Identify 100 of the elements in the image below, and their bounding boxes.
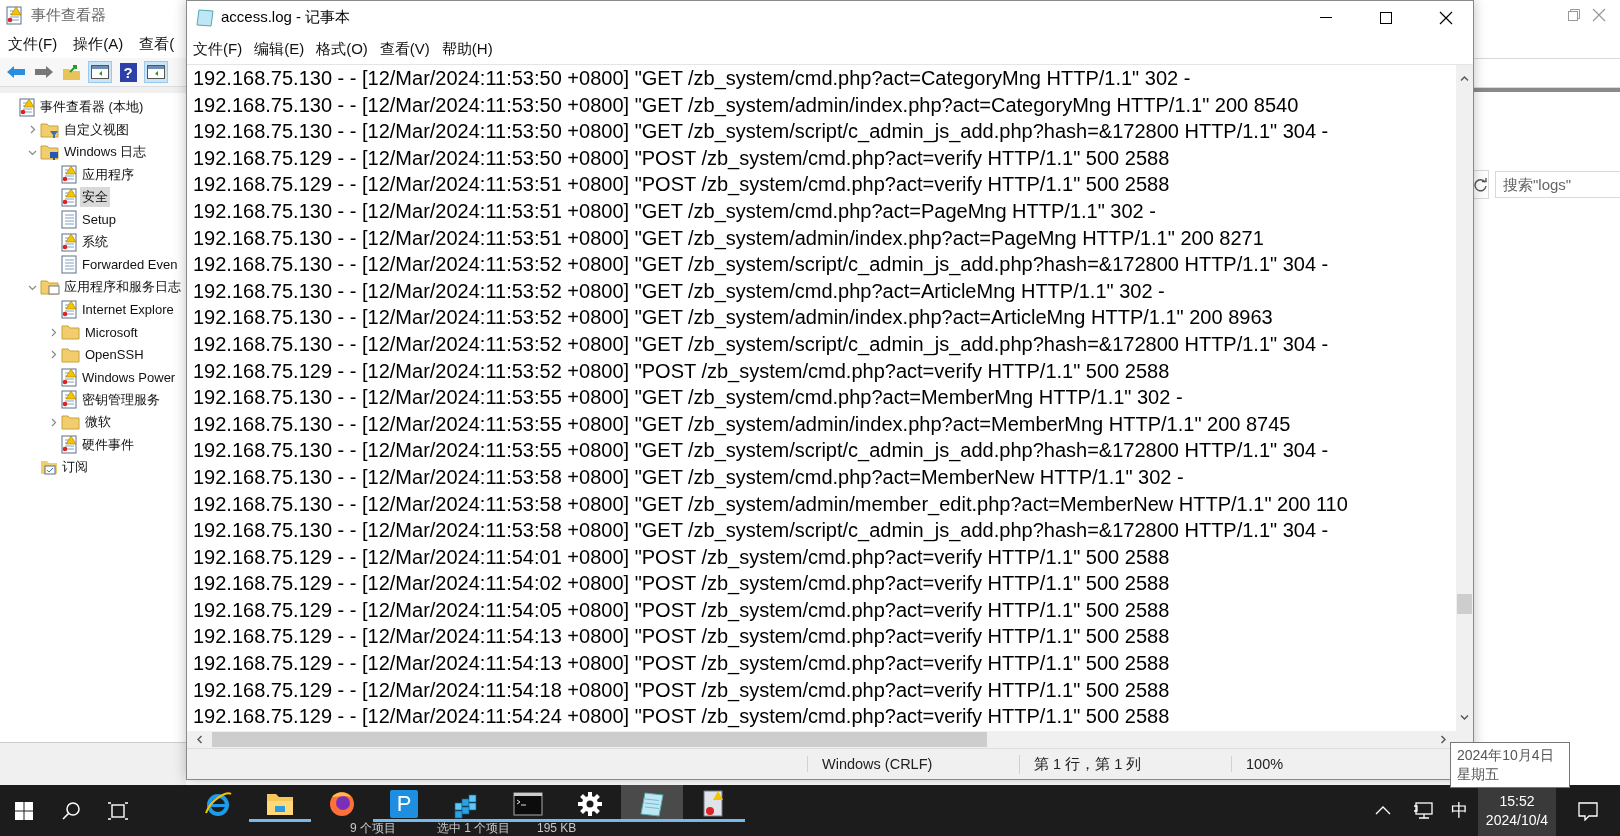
folder-up-icon	[62, 63, 82, 81]
input-method-indicator[interactable]: 中	[1441, 799, 1478, 822]
search-icon	[60, 800, 81, 821]
close-icon[interactable]	[1439, 10, 1453, 25]
log-line: 192.168.75.129 - - [12/Mar/2024:11:54:24 +0800] "POST /zb_system/cmd.php?act=verify HTTP/1.1" 500 2588	[193, 704, 1171, 730]
log-line: 192.168.75.130 - - [12/Mar/2024:11:53:51 +0800] "GET /zb_system/cmd.php?act=PageMng HTTP/1.1" 302 -	[193, 198, 1157, 225]
panel-icon	[147, 65, 165, 79]
menu-item[interactable]: 文件(F)	[187, 39, 249, 59]
chevron-right-icon[interactable]	[49, 350, 58, 360]
tree-item[interactable]: Internet Explore	[80, 301, 176, 319]
restore-icon[interactable]	[1568, 9, 1580, 21]
tree-item[interactable]: 订阅	[60, 457, 90, 478]
notification-icon	[1578, 800, 1598, 821]
folder-icon	[61, 345, 81, 364]
status-text: 9 个项目	[350, 822, 396, 835]
menu-item[interactable]: 编辑(E)	[248, 39, 311, 59]
panel-icon	[91, 65, 109, 79]
event-log-icon	[61, 300, 78, 320]
tree-item[interactable]: 应用程序	[80, 164, 136, 185]
log-line: 192.168.75.129 - - [12/Mar/2024:11:54:01 +0800] "POST /zb_system/cmd.php?act=verify HTTP/1.1" 500 2588	[193, 544, 1171, 571]
menu-item[interactable]: 文件(F)	[0, 34, 66, 54]
log-line: 192.168.75.130 - - [12/Mar/2024:11:53:52 +0800] "GET /zb_system/cmd.php?act=ArticleMng HTTP/1.1" 302 -	[193, 278, 1166, 305]
settings-icon	[577, 790, 603, 817]
chevron-up-icon	[1375, 806, 1391, 815]
tree-item[interactable]: 安全	[80, 187, 110, 208]
chevron-right-icon[interactable]	[28, 125, 37, 135]
monitor-folder-icon	[40, 143, 60, 162]
toolbar-button[interactable]	[88, 61, 112, 83]
menu-item[interactable]: 查看(	[131, 34, 183, 54]
maximize-icon	[1380, 11, 1392, 24]
task-view-icon	[106, 801, 129, 820]
clock-date: 2024/10/4	[1485, 812, 1549, 828]
chevron-right-icon[interactable]	[49, 327, 58, 337]
folder-icon	[40, 278, 60, 297]
tree-item[interactable]: 自定义视图	[62, 119, 131, 140]
event-log-icon	[61, 165, 78, 185]
terminal-icon	[513, 791, 543, 816]
log-line: 192.168.75.130 - - [12/Mar/2024:11:53:55 +0800] "GET /zb_system/cmd.php?act=MemberMng HTTP/1.1" 302 -	[193, 385, 1184, 411]
app-tile-icon: P	[390, 789, 418, 818]
window-title: 事件查看器	[31, 5, 106, 25]
clock[interactable]: 15:52 2024/10/4	[1478, 785, 1556, 836]
chevron-right-icon[interactable]	[49, 417, 58, 427]
menu-item[interactable]: 帮助(H)	[435, 39, 499, 59]
menu-item[interactable]: 查看(V)	[373, 39, 436, 59]
search-field[interactable]: 搜索"logs"	[1495, 171, 1620, 198]
tree-item[interactable]: Setup	[80, 211, 118, 229]
window-title: access.log - 记事本	[221, 8, 352, 27]
event-log-icon	[19, 97, 36, 117]
windows-logo-icon	[14, 801, 33, 820]
horizontal-scrollbar[interactable]	[187, 731, 1473, 748]
log-line: 192.168.75.129 - - [12/Mar/2024:11:54:05 +0800] "POST /zb_system/cmd.php?act=verify HTTP/1.1" 500 2588	[193, 597, 1171, 624]
tree-item[interactable]: Windows 日志	[62, 142, 149, 163]
tooltip-text: 星期五	[1457, 765, 1500, 784]
tree-item[interactable]: Microsoft	[83, 323, 140, 341]
network-icon	[1413, 801, 1433, 820]
tooltip-text: 2024年10月4日	[1457, 746, 1555, 765]
log-line: 192.168.75.130 - - [12/Mar/2024:11:53:52 +0800] "GET /zb_system/script/c_admin_js_add.php?hash=&172800 HTTP/1.1" 304 -	[193, 252, 1330, 278]
log-line: 192.168.75.130 - - [12/Mar/2024:11:53:58 +0800] "GET /zb_system/script/c_admin_js_add.php?hash=&172800 HTTP/1.1" 304 -	[193, 518, 1330, 544]
event-log-icon	[61, 435, 78, 455]
forward-arrow-icon	[34, 65, 54, 79]
toolbar-button[interactable]	[144, 61, 168, 83]
folder-icon	[61, 323, 81, 342]
menu-item[interactable]: 格式(O)	[310, 39, 374, 59]
status-text: Windows (CRLF)	[807, 756, 1019, 772]
log-sheet-icon	[61, 255, 78, 275]
log-line: 192.168.75.129 - - [12/Mar/2024:11:54:13 +0800] "POST /zb_system/cmd.php?act=verify HTTP/1.1" 500 2588	[193, 651, 1171, 677]
menu-item[interactable]: 操作(A)	[65, 34, 132, 54]
folder-icon	[61, 413, 81, 432]
tree-item[interactable]: Forwarded Even	[80, 256, 180, 274]
log-line: 192.168.75.129 - - [12/Mar/2024:11:54:18 +0800] "POST /zb_system/cmd.php?act=verify HTTP/1.1" 500 2588	[193, 677, 1171, 704]
tree-item[interactable]: 密钥管理服务	[80, 389, 162, 410]
back-arrow-icon	[6, 65, 26, 79]
log-line: 192.168.75.130 - - [12/Mar/2024:11:53:50 +0800] "GET /zb_system/admin/index.php?act=CategoryMng HTTP/1.1" 200 8540	[193, 92, 1300, 119]
log-line: 192.168.75.130 - - [12/Mar/2024:11:53:51 +0800] "GET /zb_system/admin/index.php?act=PageMng HTTP/1.1" 200 8271	[193, 225, 1265, 252]
status-text: 100%	[1231, 756, 1411, 772]
tree-item[interactable]: OpenSSH	[83, 346, 146, 364]
subscription-icon	[40, 458, 58, 477]
folder-icon	[266, 791, 294, 816]
event-log-icon	[6, 5, 23, 25]
log-line: 192.168.75.130 - - [12/Mar/2024:11:53:55 +0800] "GET /zb_system/admin/index.php?act=MemberMng HTTP/1.1" 200 8745	[193, 411, 1292, 438]
log-line: 192.168.75.130 - - [12/Mar/2024:11:53:52 +0800] "GET /zb_system/admin/index.php?act=ArticleMng HTTP/1.1" 200 8963	[193, 305, 1274, 331]
tree-item[interactable]: 硬件事件	[80, 434, 136, 455]
minimize-icon	[1320, 16, 1332, 19]
event-log-icon	[61, 390, 78, 410]
refresh-icon	[1474, 177, 1488, 192]
log-sheet-icon	[61, 210, 78, 230]
scrollbar-thumb[interactable]	[1457, 594, 1472, 614]
tree-item[interactable]: 系统	[80, 232, 110, 253]
tree-item[interactable]: 微软	[83, 412, 113, 433]
status-text: 选中 1 个项目	[437, 822, 511, 835]
tree-item[interactable]: 应用程序和服务日志	[62, 277, 183, 298]
taskbar-app[interactable]	[621, 785, 683, 822]
log-line: 192.168.75.130 - - [12/Mar/2024:11:53:58 +0800] "GET /zb_system/cmd.php?act=MemberNew HTTP/1.1" 302 -	[193, 464, 1185, 491]
tree-item[interactable]: Windows Power	[80, 368, 178, 386]
vertical-scrollbar[interactable]	[1456, 65, 1473, 731]
event-log-icon	[61, 187, 78, 207]
event-log-icon	[61, 232, 78, 252]
notepad-icon	[195, 7, 215, 28]
scrollbar-thumb[interactable]	[212, 732, 987, 747]
tree-item[interactable]: 事件查看器 (本地)	[38, 97, 146, 118]
